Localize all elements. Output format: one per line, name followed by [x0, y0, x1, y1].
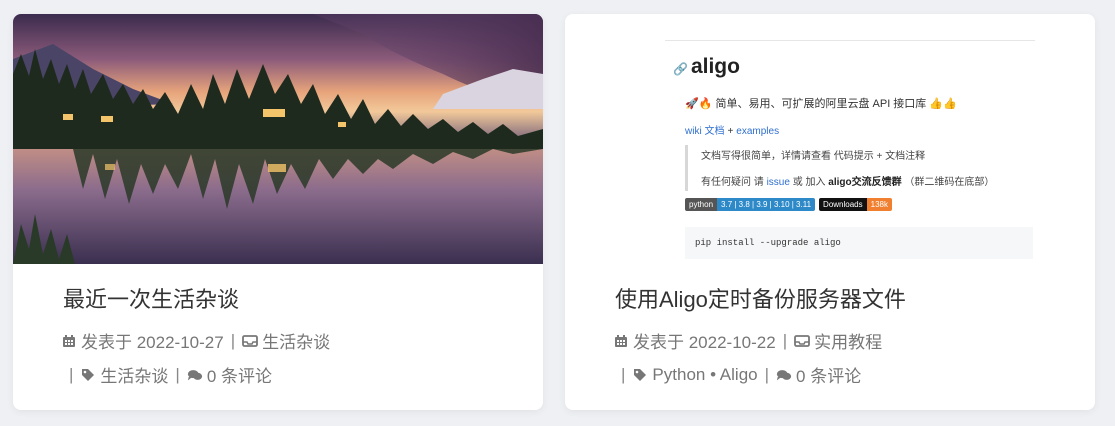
examples-link: examples — [736, 126, 780, 137]
thumbs-up-icon: 👍👍 — [929, 98, 957, 110]
post-category[interactable]: 实用教程 — [814, 328, 882, 353]
lake-sunset-image — [13, 14, 543, 264]
post-title[interactable]: 最近一次生活杂谈 — [63, 282, 239, 314]
comments-icon — [776, 367, 792, 383]
readme-description: 🚀🔥 简单、易用、可扩展的阿里云盘 API 接口库 👍👍 — [685, 98, 957, 110]
post-comments[interactable]: 0 条评论 — [207, 362, 272, 387]
install-command: pip install --upgrade aligo — [685, 227, 1033, 259]
readme-quote: 文档写得很简单，详情请查看 代码提示 + 文档注释 有任何疑问 请 issue … — [685, 145, 994, 191]
tag-icon — [80, 367, 96, 383]
wiki-link: wiki 文档 — [685, 126, 725, 137]
comments-icon — [187, 367, 203, 383]
downloads-badge: Downloads 138k — [819, 198, 892, 211]
post-thumbnail-2[interactable]: 🔗 aligo 🚀🔥 简单、易用、可扩展的阿里云盘 API 接口库 👍👍 wiki… — [565, 14, 1095, 264]
post-title[interactable]: 使用Aligo定时备份服务器文件 — [615, 282, 906, 314]
aligo-readme-screenshot: 🔗 aligo 🚀🔥 简单、易用、可扩展的阿里云盘 API 接口库 👍👍 wiki… — [665, 40, 1035, 264]
calendar-icon — [61, 333, 77, 349]
rocket-fire-icon: 🚀🔥 — [685, 98, 713, 110]
link-icon: 🔗 — [673, 62, 688, 76]
python-badge: python 3.7 | 3.8 | 3.9 | 3.10 | 3.11 — [685, 198, 816, 211]
meta-separator: | — [69, 364, 74, 384]
meta-separator: | — [764, 364, 770, 384]
post-card-1[interactable]: 最近一次生活杂谈 发表于 2022-10-27 | 生活杂谈 | 生活杂谈 | … — [13, 14, 543, 410]
calendar-icon — [613, 333, 629, 349]
post-meta-secondary: | 生活杂谈 | 0 条评论 — [69, 362, 272, 387]
post-date: 发表于 2022-10-27 — [81, 333, 224, 352]
post-tags[interactable]: Python • Aligo — [652, 365, 757, 385]
post-date: 发表于 2022-10-22 — [633, 333, 776, 352]
folder-icon — [794, 333, 811, 349]
post-meta: 发表于 2022-10-22 | 实用教程 — [613, 328, 882, 353]
folder-icon — [242, 333, 259, 349]
meta-separator: | — [621, 364, 626, 384]
readme-links: wiki 文档 + examples — [685, 126, 780, 137]
meta-separator: | — [230, 330, 236, 350]
post-meta: 发表于 2022-10-27 | 生活杂谈 — [61, 328, 330, 353]
post-thumbnail-1[interactable] — [13, 14, 543, 264]
post-card-2[interactable]: 🔗 aligo 🚀🔥 简单、易用、可扩展的阿里云盘 API 接口库 👍👍 wiki… — [565, 14, 1095, 410]
post-tags[interactable]: 生活杂谈 — [100, 362, 168, 387]
post-meta-secondary: | Python • Aligo | 0 条评论 — [621, 362, 861, 387]
tag-icon — [632, 367, 648, 383]
meta-separator: | — [782, 330, 788, 350]
post-category[interactable]: 生活杂谈 — [262, 328, 330, 353]
readme-heading: 🔗 aligo — [673, 55, 740, 78]
meta-separator: | — [175, 364, 180, 384]
post-comments[interactable]: 0 条评论 — [796, 362, 861, 387]
readme-badges: python 3.7 | 3.8 | 3.9 | 3.10 | 3.11 Dow… — [685, 198, 892, 211]
